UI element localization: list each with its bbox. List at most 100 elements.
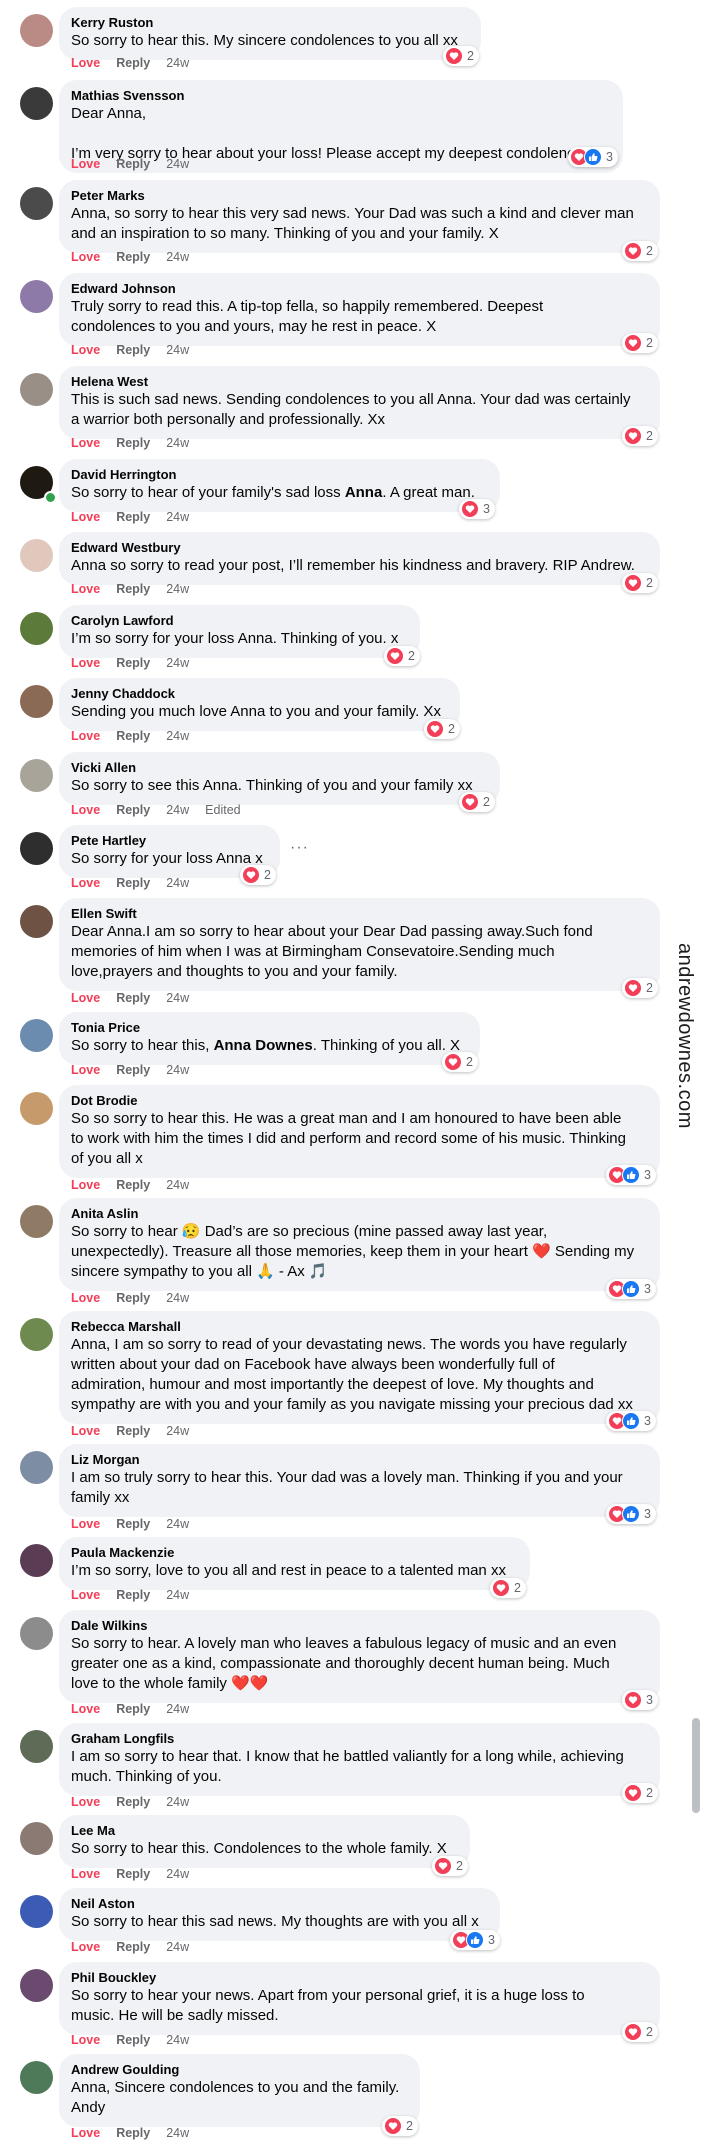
reaction-summary[interactable]: 2 [384, 646, 420, 666]
reaction-summary[interactable]: 2 [432, 1856, 468, 1876]
comment-timestamp[interactable]: 24w [166, 510, 189, 524]
avatar[interactable] [20, 685, 53, 718]
love-button[interactable]: Love [71, 1795, 100, 1809]
comment-timestamp[interactable]: 24w [166, 157, 189, 171]
comment-timestamp[interactable]: 24w [166, 1517, 189, 1531]
reaction-summary[interactable]: 3 [450, 1930, 500, 1950]
avatar[interactable] [20, 612, 53, 645]
avatar[interactable] [20, 1969, 53, 2002]
reply-button[interactable]: Reply [116, 1588, 150, 1602]
reply-button[interactable]: Reply [116, 1178, 150, 1192]
avatar[interactable] [20, 1451, 53, 1484]
comment-author-link[interactable]: Carolyn Lawford [71, 613, 408, 629]
reaction-summary[interactable]: 2 [622, 333, 658, 353]
avatar[interactable] [20, 1544, 53, 1577]
reaction-summary[interactable]: 2 [622, 1783, 658, 1803]
love-button[interactable]: Love [71, 250, 100, 264]
reply-button[interactable]: Reply [116, 436, 150, 450]
comment-timestamp[interactable]: 24w [166, 876, 189, 890]
love-button[interactable]: Love [71, 1588, 100, 1602]
love-button[interactable]: Love [71, 656, 100, 670]
love-button[interactable]: Love [71, 1940, 100, 1954]
reply-button[interactable]: Reply [116, 510, 150, 524]
comment-author-link[interactable]: Tonia Price [71, 1020, 468, 1036]
reply-button[interactable]: Reply [116, 582, 150, 596]
comment-timestamp[interactable]: 24w [166, 343, 189, 357]
avatar[interactable] [20, 759, 53, 792]
avatar[interactable] [20, 1205, 53, 1238]
love-button[interactable]: Love [71, 876, 100, 890]
reaction-summary[interactable]: 2 [442, 1052, 478, 1072]
comment-timestamp[interactable]: 24w [166, 436, 189, 450]
reaction-summary[interactable]: 3 [606, 1411, 656, 1431]
comment-timestamp[interactable]: 24w [166, 1424, 189, 1438]
comment-timestamp[interactable]: 24w [166, 656, 189, 670]
reply-button[interactable]: Reply [116, 250, 150, 264]
love-button[interactable]: Love [71, 729, 100, 743]
more-options-icon[interactable]: ··· [290, 839, 309, 857]
love-button[interactable]: Love [71, 2126, 100, 2140]
comment-timestamp[interactable]: 24w [166, 2033, 189, 2047]
edited-label[interactable]: Edited [205, 803, 240, 817]
avatar[interactable] [20, 1019, 53, 1052]
comment-timestamp[interactable]: 24w [166, 1063, 189, 1077]
reaction-summary[interactable]: 2 [622, 978, 658, 998]
reply-button[interactable]: Reply [116, 2126, 150, 2140]
comment-timestamp[interactable]: 24w [166, 729, 189, 743]
love-button[interactable]: Love [71, 56, 100, 70]
love-button[interactable]: Love [71, 343, 100, 357]
comment-author-link[interactable]: Lee Ma [71, 1823, 458, 1839]
reply-button[interactable]: Reply [116, 157, 150, 171]
love-button[interactable]: Love [71, 803, 100, 817]
reply-button[interactable]: Reply [116, 991, 150, 1005]
comment-author-link[interactable]: Vicki Allen [71, 760, 488, 776]
reaction-summary[interactable]: 2 [622, 241, 658, 261]
comment-timestamp[interactable]: 24w [166, 1867, 189, 1881]
avatar[interactable] [20, 832, 53, 865]
reaction-summary[interactable]: 2 [240, 865, 276, 885]
comment-timestamp[interactable]: 24w [166, 56, 189, 70]
avatar[interactable] [20, 1617, 53, 1650]
comment-timestamp[interactable]: 24w [166, 1702, 189, 1716]
reaction-summary[interactable]: 3 [606, 1504, 656, 1524]
comment-author-link[interactable]: Peter Marks [71, 188, 648, 204]
comment-timestamp[interactable]: 24w [166, 1291, 189, 1305]
avatar[interactable] [20, 2061, 53, 2094]
comment-author-link[interactable]: Anita Aslin [71, 1206, 648, 1222]
reply-button[interactable]: Reply [116, 1940, 150, 1954]
comment-author-link[interactable]: Phil Bouckley [71, 1970, 648, 1986]
love-button[interactable]: Love [71, 1063, 100, 1077]
comment-author-link[interactable]: Ellen Swift [71, 906, 648, 922]
avatar[interactable] [20, 14, 53, 47]
reaction-summary[interactable]: 2 [622, 426, 658, 446]
comment-author-link[interactable]: Edward Johnson [71, 281, 648, 297]
reply-button[interactable]: Reply [116, 876, 150, 890]
avatar[interactable] [20, 539, 53, 572]
comment-timestamp[interactable]: 24w [166, 991, 189, 1005]
reply-button[interactable]: Reply [116, 803, 150, 817]
scrollbar[interactable] [692, 1718, 700, 1813]
reply-button[interactable]: Reply [116, 1795, 150, 1809]
reply-button[interactable]: Reply [116, 1702, 150, 1716]
avatar[interactable] [20, 1895, 53, 1928]
reply-button[interactable]: Reply [116, 729, 150, 743]
reply-button[interactable]: Reply [116, 343, 150, 357]
reply-button[interactable]: Reply [116, 1517, 150, 1531]
comment-timestamp[interactable]: 24w [166, 582, 189, 596]
comment-author-link[interactable]: Kerry Ruston [71, 15, 469, 31]
love-button[interactable]: Love [71, 1178, 100, 1192]
reaction-summary[interactable]: 3 [606, 1165, 656, 1185]
tagged-name-link[interactable]: Anna Downes [214, 1037, 313, 1054]
reaction-summary[interactable]: 2 [459, 792, 495, 812]
comment-author-link[interactable]: Andrew Goulding [71, 2062, 408, 2078]
reaction-summary[interactable]: 3 [459, 499, 495, 519]
reaction-summary[interactable]: 2 [443, 46, 479, 66]
comment-author-link[interactable]: David Herrington [71, 467, 488, 483]
comment-author-link[interactable]: Helena West [71, 374, 648, 390]
reaction-summary[interactable]: 2 [622, 2022, 658, 2042]
comment-author-link[interactable]: Jenny Chaddock [71, 686, 448, 702]
comment-author-link[interactable]: Rebecca Marshall [71, 1319, 648, 1335]
comment-author-link[interactable]: Paula Mackenzie [71, 1545, 518, 1561]
reply-button[interactable]: Reply [116, 1867, 150, 1881]
comment-timestamp[interactable]: 24w [166, 2126, 189, 2140]
